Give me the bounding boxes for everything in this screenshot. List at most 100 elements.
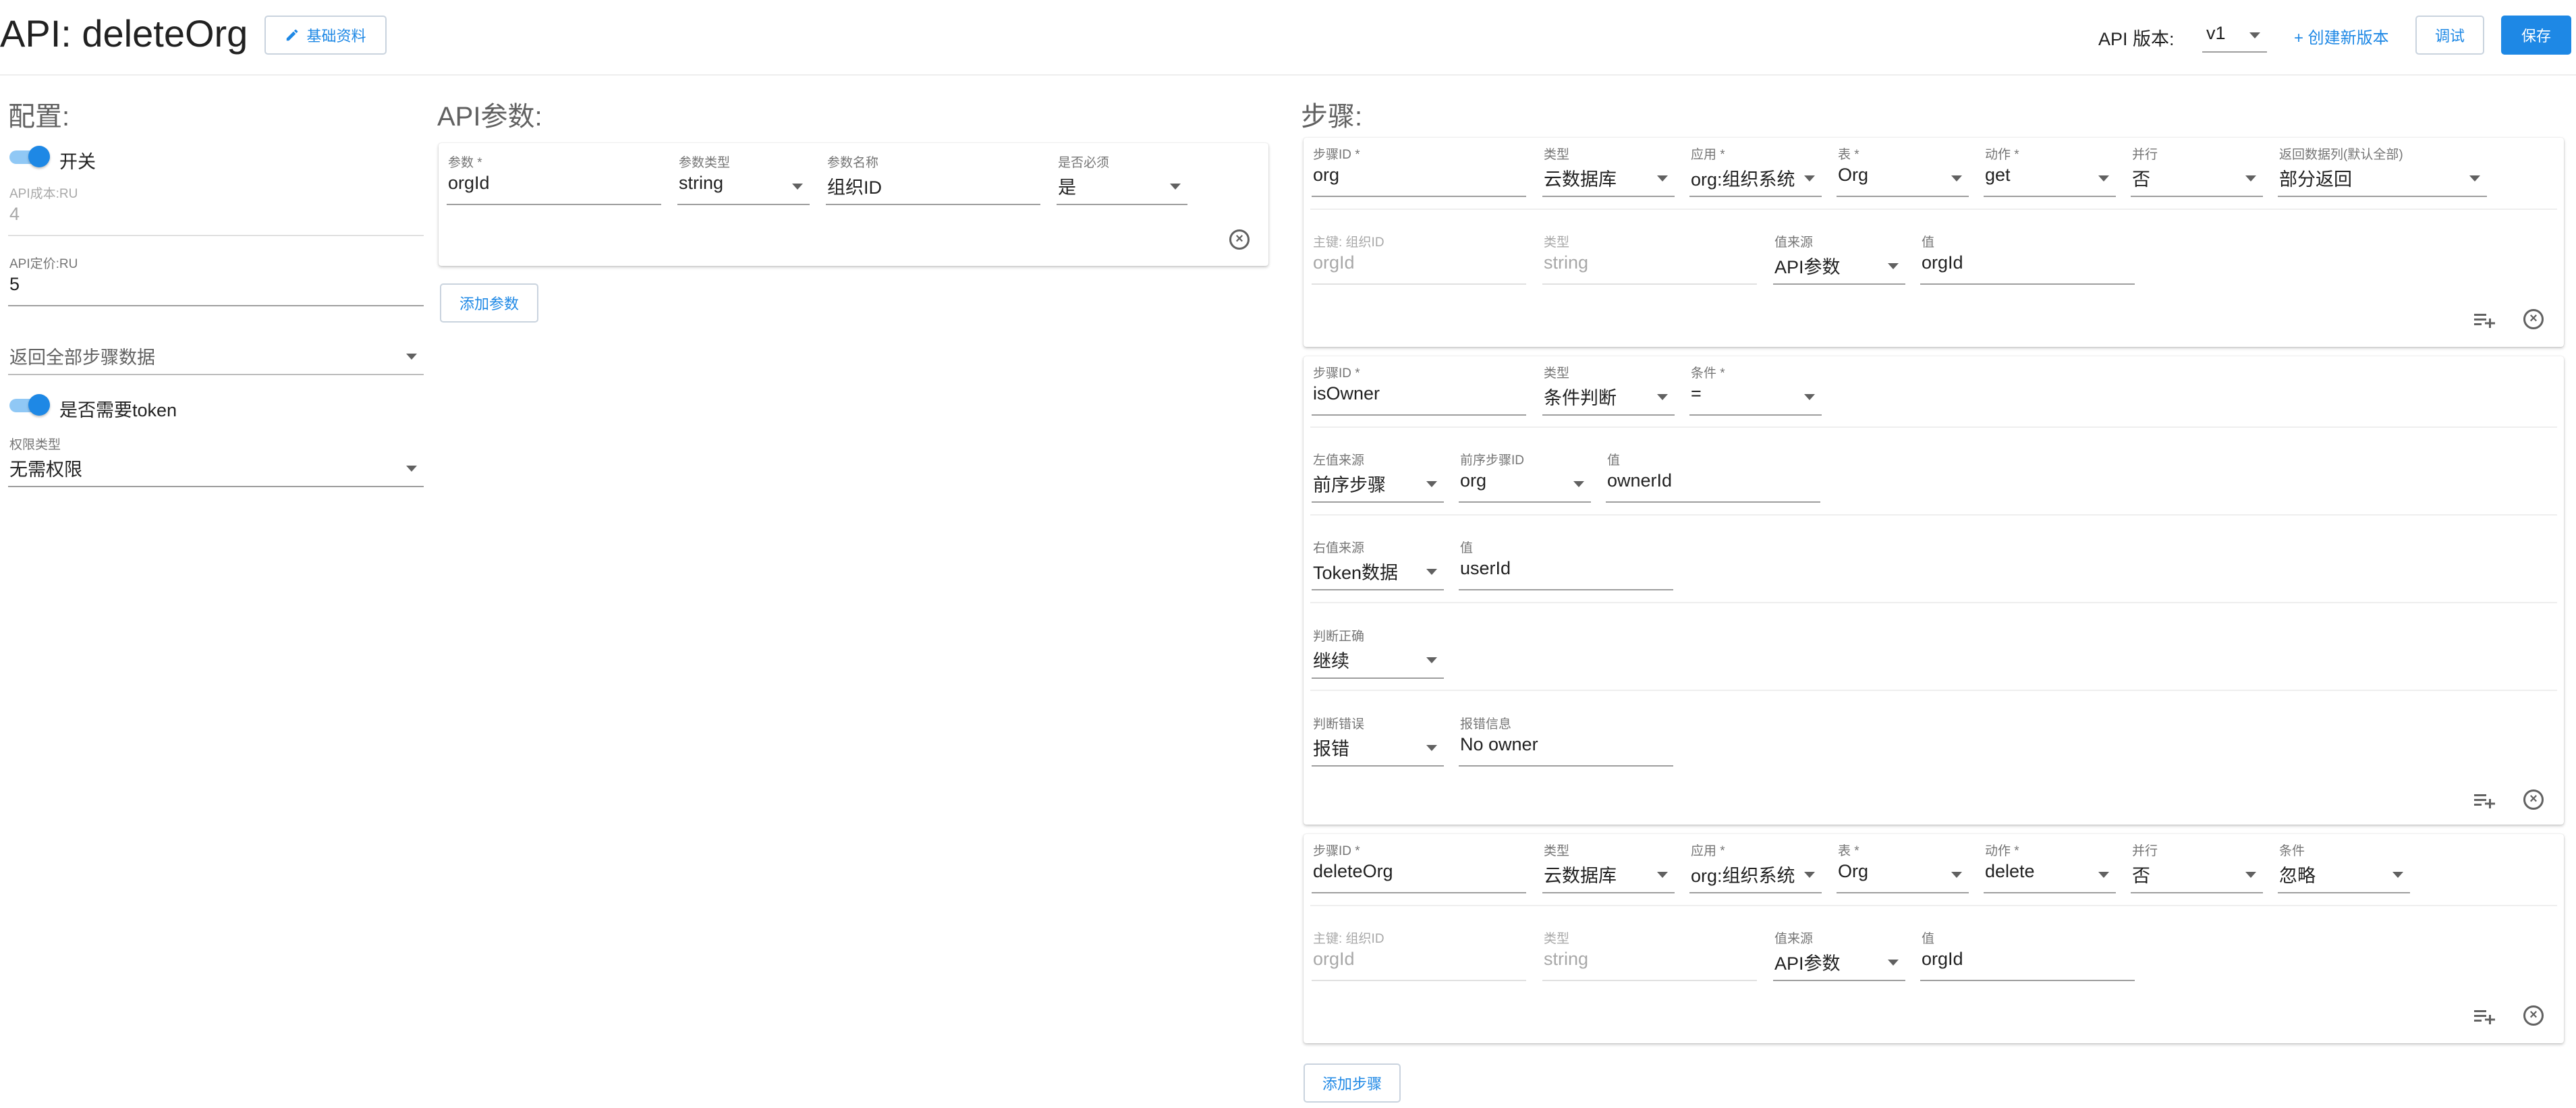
remove-step-icon[interactable]: × — [2523, 309, 2544, 329]
debug-button[interactable]: 调试 — [2415, 16, 2484, 55]
step-id-label: 步骤ID * — [1313, 844, 1360, 858]
create-version-link[interactable]: + 创建新版本 — [2294, 24, 2389, 48]
condition-label: 条件 * — [1691, 366, 1725, 381]
on-pass-select[interactable]: 判断正确 继续 — [1312, 626, 1444, 680]
playlist-add-icon[interactable] — [2474, 792, 2496, 808]
step-card-isowner: 步骤ID * isOwner 类型 条件判断 条件 * = 左值来源 前序步骤 … — [1304, 356, 2564, 825]
chevron-down-icon — [406, 354, 417, 360]
right-value-field[interactable]: 值 userId — [1459, 538, 1673, 592]
step-id-field[interactable]: 步骤ID * deleteOrg — [1312, 841, 1526, 895]
right-value-value: userId — [1460, 558, 1511, 578]
params-title: API参数: — [437, 102, 542, 132]
left-source-select[interactable]: 左值来源 前序步骤 — [1312, 450, 1444, 504]
step-app-label: 应用 * — [1691, 844, 1725, 858]
left-value-field[interactable]: 值 ownerId — [1606, 450, 1820, 504]
step-table-select[interactable]: 表 * Org — [1837, 144, 1969, 198]
step-parallel-label: 并行 — [2132, 844, 2158, 858]
api-price-field[interactable]: API定价:RU 5 — [8, 254, 424, 308]
edit-basic-info-label: 基础资料 — [306, 28, 366, 45]
step-parallel-select[interactable]: 并行 否 — [2131, 841, 2263, 895]
param-required-select[interactable]: 是否必须 是 — [1057, 153, 1187, 206]
chevron-down-icon — [2249, 32, 2260, 38]
param-name-field[interactable]: 参数 * orgId — [447, 153, 661, 206]
header-divider — [0, 74, 2576, 76]
chevron-down-icon — [2098, 175, 2109, 182]
remove-step-icon[interactable]: × — [2523, 1005, 2544, 1026]
value-source-select[interactable]: 值来源 API参数 — [1773, 929, 1905, 982]
step-app-select[interactable]: 应用 * org:组织系统 — [1689, 144, 1822, 198]
enable-switch-label: 开关 — [59, 152, 96, 172]
remove-param-icon[interactable]: × — [1229, 229, 1250, 250]
permission-type-label: 权限类型 — [9, 438, 61, 452]
value-source-select[interactable]: 值来源 API参数 — [1773, 232, 1905, 286]
chevron-down-icon — [1426, 569, 1437, 575]
value-source-label: 值来源 — [1774, 236, 1814, 250]
add-param-button[interactable]: 添加参数 — [440, 283, 538, 323]
step-action-select[interactable]: 动作 * get — [1984, 144, 2116, 198]
permission-type-value: 无需权限 — [9, 460, 82, 480]
permission-type-select[interactable]: 权限类型 无需权限 — [8, 435, 424, 489]
param-card: 参数 * orgId 参数类型 string 参数名称 组织ID 是否必须 是 … — [439, 143, 1268, 266]
step-condition-select[interactable]: 条件 忽略 — [2278, 841, 2410, 895]
step-parallel-select[interactable]: 并行 否 — [2131, 144, 2263, 198]
step-action-select[interactable]: 动作 * delete — [1984, 841, 2116, 895]
step-type-select[interactable]: 类型 云数据库 — [1542, 144, 1675, 198]
save-button[interactable]: 保存 — [2501, 16, 2571, 55]
primary-key-value: orgId — [1313, 252, 1355, 273]
step-table-select[interactable]: 表 * Org — [1837, 841, 1969, 895]
token-switch-label: 是否需要token — [59, 400, 177, 420]
step-action-value: get — [1985, 165, 2011, 185]
step-condition-value: 忽略 — [2279, 866, 2316, 886]
step-id-field[interactable]: 步骤ID * isOwner — [1312, 363, 1526, 417]
primary-key-field: 主键: 组织ID orgId — [1312, 232, 1526, 286]
step-type-select[interactable]: 类型 云数据库 — [1542, 841, 1675, 895]
add-step-button[interactable]: 添加步骤 — [1304, 1063, 1401, 1103]
param-required-value: 是 — [1058, 177, 1076, 198]
step-app-value: org:组织系统 — [1691, 866, 1795, 886]
return-data-select[interactable]: 返回全部步骤数据 — [8, 323, 424, 377]
step-card-deleteorg: 步骤ID * deleteOrg 类型 云数据库 应用 * org:组织系统 表… — [1304, 834, 2564, 1043]
right-source-select[interactable]: 右值来源 Token数据 — [1312, 538, 1444, 592]
key-value-field[interactable]: 值 orgId — [1920, 929, 2135, 982]
version-select[interactable]: v1 — [2202, 19, 2267, 53]
remove-step-icon[interactable]: × — [2523, 790, 2544, 810]
step-id-value: isOwner — [1313, 383, 1380, 404]
param-name-label: 参数 * — [448, 156, 482, 170]
enable-switch[interactable] — [9, 146, 50, 169]
token-switch[interactable] — [9, 394, 50, 417]
step-id-field[interactable]: 步骤ID * org — [1312, 144, 1526, 198]
api-price-value: 5 — [9, 274, 20, 294]
edit-basic-info-button[interactable]: 基础资料 — [264, 16, 387, 55]
step-type-select[interactable]: 类型 条件判断 — [1542, 363, 1675, 417]
error-message-field[interactable]: 报错信息 No owner — [1459, 714, 1673, 768]
version-label: API 版本: — [2098, 29, 2175, 49]
key-type-value: string — [1544, 949, 1589, 969]
on-pass-value: 继续 — [1313, 651, 1349, 671]
chevron-down-icon — [1657, 872, 1668, 878]
step-id-value: org — [1313, 165, 1340, 185]
condition-select[interactable]: 条件 * = — [1689, 363, 1822, 417]
step-type-label: 类型 — [1544, 148, 1570, 162]
key-value-label: 值 — [1922, 932, 1935, 946]
step-card-org: 步骤ID * org 类型 云数据库 应用 * org:组织系统 表 * Org… — [1304, 138, 2564, 347]
on-fail-select[interactable]: 判断错误 报错 — [1312, 714, 1444, 768]
prev-step-select[interactable]: 前序步骤ID org — [1459, 450, 1591, 504]
on-fail-value: 报错 — [1313, 739, 1349, 759]
value-source-value: API参数 — [1774, 257, 1841, 277]
playlist-add-icon[interactable] — [2474, 312, 2496, 328]
step-app-select[interactable]: 应用 * org:组织系统 — [1689, 841, 1822, 895]
error-message-label: 报错信息 — [1460, 717, 1512, 731]
param-type-select[interactable]: 参数类型 string — [677, 153, 810, 206]
playlist-add-icon[interactable] — [2474, 1008, 2496, 1024]
key-value-value: orgId — [1922, 252, 1963, 273]
key-value-field[interactable]: 值 orgId — [1920, 232, 2135, 286]
key-value-value: orgId — [1922, 949, 1963, 969]
chevron-down-icon — [1951, 872, 1962, 878]
primary-key-field: 主键: 组织ID orgId — [1312, 929, 1526, 982]
step-id-value: deleteOrg — [1313, 861, 1393, 881]
param-label-field[interactable]: 参数名称 组织ID — [826, 153, 1040, 206]
left-value-label: 值 — [1607, 453, 1621, 468]
chevron-down-icon — [1426, 657, 1437, 663]
step-columns-select[interactable]: 返回数据列(默认全部) 部分返回 — [2278, 144, 2487, 198]
param-required-label: 是否必须 — [1058, 156, 1110, 170]
